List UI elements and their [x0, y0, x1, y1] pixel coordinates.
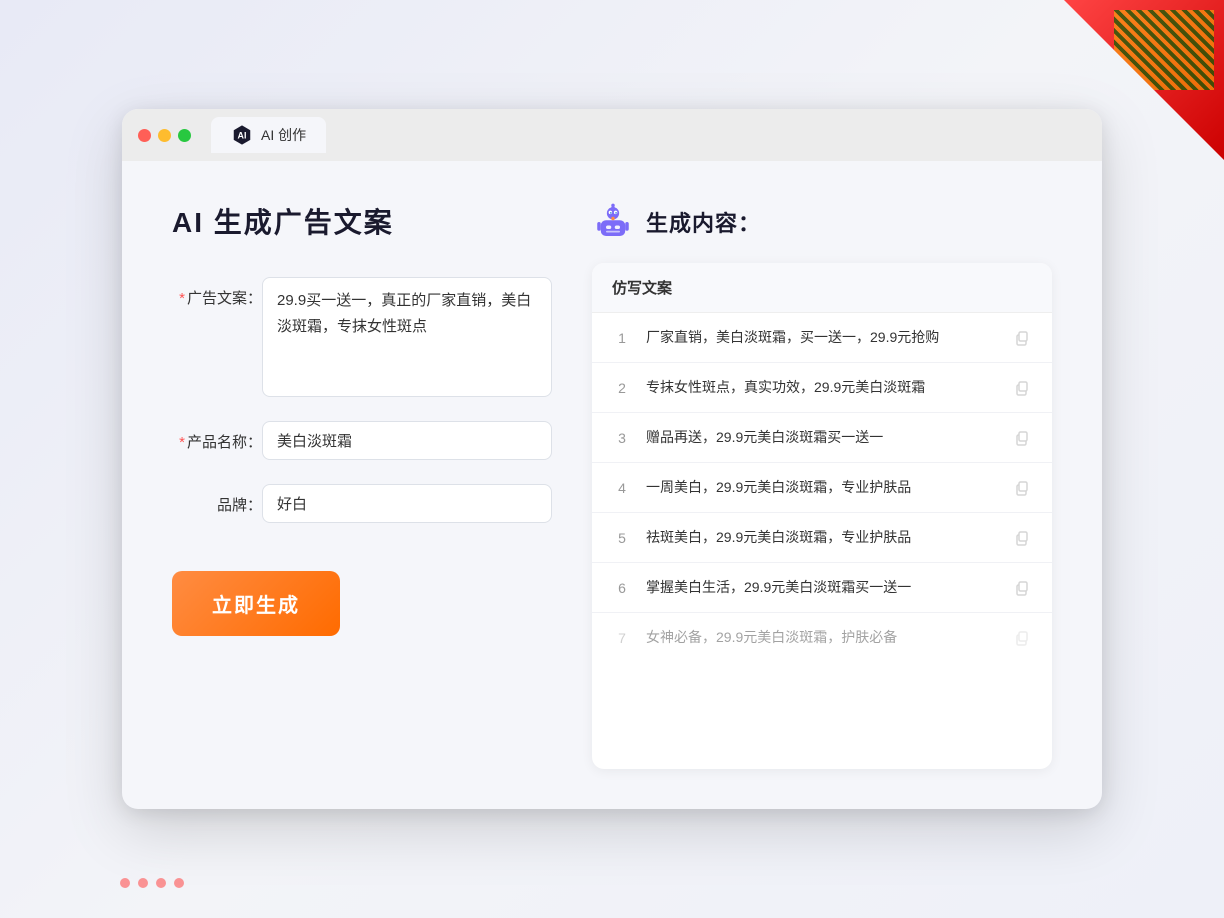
row-text: 女神必备，29.9元美白淡斑霜，护肤必备	[646, 627, 998, 648]
ai-tab[interactable]: AI AI 创作	[211, 117, 326, 153]
copy-icon[interactable]	[1012, 628, 1032, 648]
row-number: 6	[612, 580, 632, 596]
row-number: 5	[612, 530, 632, 546]
row-number: 4	[612, 480, 632, 496]
table-row: 1 厂家直销，美白淡斑霜，买一送一，29.9元抢购	[592, 313, 1052, 363]
table-row: 6 掌握美白生活，29.9元美白淡斑霜买一送一	[592, 563, 1052, 613]
row-number: 7	[612, 630, 632, 646]
ai-tab-icon: AI	[231, 124, 253, 146]
row-number: 1	[612, 330, 632, 346]
brand-input[interactable]: 好白	[262, 484, 552, 523]
row-number: 3	[612, 430, 632, 446]
results-header: 仿写文案	[592, 263, 1052, 313]
table-row: 2 专抹女性斑点，真实功效，29.9元美白淡斑霜	[592, 363, 1052, 413]
copy-icon[interactable]	[1012, 378, 1032, 398]
results-container: 仿写文案 1 厂家直销，美白淡斑霜，买一送一，29.9元抢购 2 专抹女性斑点，真实…	[592, 263, 1052, 769]
right-header: 生成内容：	[592, 201, 1052, 243]
traffic-lights	[138, 129, 191, 142]
row-text: 专抹女性斑点，真实功效，29.9元美白淡斑霜	[646, 377, 998, 398]
ad-copy-group: *广告文案： 29.9买一送一，真正的厂家直销，美白淡斑霜，专抹女性斑点	[172, 277, 552, 397]
ad-copy-textarea[interactable]: 29.9买一送一，真正的厂家直销，美白淡斑霜，专抹女性斑点	[262, 277, 552, 397]
brand-label: 品牌：	[172, 484, 262, 515]
minimize-button[interactable]	[158, 129, 171, 142]
bottom-decorations	[120, 878, 184, 888]
close-button[interactable]	[138, 129, 151, 142]
svg-text:AI: AI	[238, 130, 247, 140]
robot-icon	[592, 201, 634, 243]
table-row: 5 祛斑美白，29.9元美白淡斑霜，专业护肤品	[592, 513, 1052, 563]
browser-chrome: AI AI 创作	[122, 109, 1102, 161]
table-row: 4 一周美白，29.9元美白淡斑霜，专业护肤品	[592, 463, 1052, 513]
table-row: 7 女神必备，29.9元美白淡斑霜，护肤必备	[592, 613, 1052, 662]
right-panel-title: 生成内容：	[646, 206, 761, 238]
row-number: 2	[612, 380, 632, 396]
required-mark-product: *	[179, 434, 185, 451]
right-panel: 生成内容： 仿写文案 1 厂家直销，美白淡斑霜，买一送一，29.9元抢购 2 专抹女…	[592, 201, 1052, 769]
row-text: 祛斑美白，29.9元美白淡斑霜，专业护肤品	[646, 527, 998, 548]
row-text: 一周美白，29.9元美白淡斑霜，专业护肤品	[646, 477, 998, 498]
row-text: 掌握美白生活，29.9元美白淡斑霜买一送一	[646, 577, 998, 598]
copy-icon[interactable]	[1012, 478, 1032, 498]
copy-icon[interactable]	[1012, 328, 1032, 348]
row-text: 赠品再送，29.9元美白淡斑霜买一送一	[646, 427, 998, 448]
table-row: 3 赠品再送，29.9元美白淡斑霜买一送一	[592, 413, 1052, 463]
product-name-input[interactable]: 美白淡斑霜	[262, 421, 552, 460]
maximize-button[interactable]	[178, 129, 191, 142]
row-text: 厂家直销，美白淡斑霜，买一送一，29.9元抢购	[646, 327, 998, 348]
browser-content: AI 生成广告文案 *广告文案： 29.9买一送一，真正的厂家直销，美白淡斑霜，…	[122, 161, 1102, 809]
generate-button[interactable]: 立即生成	[172, 571, 340, 636]
left-panel: AI 生成广告文案 *广告文案： 29.9买一送一，真正的厂家直销，美白淡斑霜，…	[172, 201, 552, 769]
product-name-group: *产品名称： 美白淡斑霜	[172, 421, 552, 460]
browser-window: AI AI 创作 AI 生成广告文案 *广告文案： 29.9买一送一，真正的厂家…	[122, 109, 1102, 809]
copy-icon[interactable]	[1012, 528, 1032, 548]
tab-label: AI 创作	[261, 125, 306, 145]
results-list: 1 厂家直销，美白淡斑霜，买一送一，29.9元抢购 2 专抹女性斑点，真实功效，29…	[592, 313, 1052, 662]
copy-icon[interactable]	[1012, 428, 1032, 448]
product-name-label: *产品名称：	[172, 421, 262, 452]
ad-copy-label: *广告文案：	[172, 277, 262, 308]
brand-group: 品牌： 好白	[172, 484, 552, 523]
copy-icon[interactable]	[1012, 578, 1032, 598]
page-title: AI 生成广告文案	[172, 201, 552, 241]
required-mark-ad: *	[179, 290, 185, 307]
